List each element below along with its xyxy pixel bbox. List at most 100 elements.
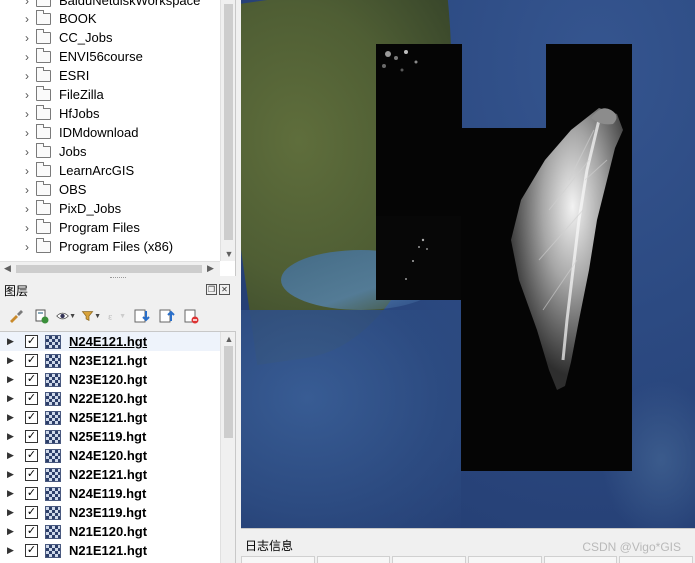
layer-name: N25E121.hgt bbox=[69, 410, 148, 425]
expand-chevron-icon[interactable]: › bbox=[20, 183, 34, 197]
island-relief bbox=[382, 50, 418, 72]
browser-horizontal-scrollbar[interactable]: ◀ ▶ bbox=[0, 261, 220, 276]
tree-item-program-files[interactable]: › Program Files bbox=[0, 218, 220, 237]
layer-row[interactable]: ▶ ✓ N23E121.hgt bbox=[0, 351, 220, 370]
map-canvas[interactable] bbox=[241, 0, 695, 528]
tree-item-jobs[interactable]: › Jobs bbox=[0, 142, 220, 161]
layer-visibility-checkbox[interactable]: ✓ bbox=[25, 373, 38, 386]
tree-item-pixd-jobs[interactable]: › PixD_Jobs bbox=[0, 199, 220, 218]
float-panel-icon[interactable]: ❐ bbox=[206, 284, 217, 295]
layer-row[interactable]: ▶ ✓ N25E119.hgt bbox=[0, 427, 220, 446]
layer-visibility-checkbox[interactable]: ✓ bbox=[25, 335, 38, 348]
scroll-left-arrow-icon[interactable]: ◀ bbox=[4, 263, 11, 274]
tree-item-filezilla[interactable]: › FileZilla bbox=[0, 85, 220, 104]
tree-item-esri[interactable]: › ESRI bbox=[0, 66, 220, 85]
tree-item-envi56course[interactable]: › ENVI56course bbox=[0, 47, 220, 66]
expand-arrow-icon[interactable]: ▶ bbox=[7, 469, 15, 480]
log-tab[interactable] bbox=[619, 556, 694, 563]
layer-visibility-checkbox[interactable]: ✓ bbox=[25, 411, 38, 424]
layer-visibility-checkbox[interactable]: ✓ bbox=[25, 487, 38, 500]
layer-visibility-checkbox[interactable]: ✓ bbox=[25, 468, 38, 481]
layer-visibility-checkbox[interactable]: ✓ bbox=[25, 544, 38, 557]
log-tab[interactable] bbox=[392, 556, 467, 563]
tree-item-hfjobs[interactable]: › HfJobs bbox=[0, 104, 220, 123]
expand-chevron-icon[interactable]: › bbox=[20, 221, 34, 235]
tree-item-cc-jobs[interactable]: › CC_Jobs bbox=[0, 28, 220, 47]
scrollbar-thumb[interactable] bbox=[224, 4, 233, 240]
expand-chevron-icon[interactable]: › bbox=[20, 12, 34, 26]
tree-item-label: OBS bbox=[59, 182, 87, 197]
expand-chevron-icon[interactable]: › bbox=[20, 0, 34, 8]
taiwan-dem-relief bbox=[511, 108, 623, 390]
layer-row[interactable]: ▶ ✓ N24E119.hgt bbox=[0, 484, 220, 503]
expand-all-icon[interactable] bbox=[131, 306, 151, 326]
layer-visibility-checkbox[interactable]: ✓ bbox=[25, 525, 38, 538]
log-tab[interactable] bbox=[241, 556, 315, 563]
layers-vertical-scrollbar[interactable]: ▲ bbox=[220, 332, 235, 563]
log-tab[interactable] bbox=[316, 556, 391, 563]
layer-visibility-checkbox[interactable]: ✓ bbox=[25, 430, 38, 443]
layer-row[interactable]: ▶ ✓ N25E121.hgt bbox=[0, 408, 220, 427]
layer-visibility-checkbox[interactable]: ✓ bbox=[25, 506, 38, 519]
layer-row[interactable]: ▶ ✓ N24E121.hgt bbox=[0, 332, 220, 351]
scrollbar-thumb[interactable] bbox=[16, 265, 202, 273]
layer-visibility-checkbox[interactable]: ✓ bbox=[25, 392, 38, 405]
layer-row[interactable]: ▶ ✓ N23E120.hgt bbox=[0, 370, 220, 389]
layer-row[interactable]: ▶ ✓ N22E121.hgt bbox=[0, 465, 220, 484]
expand-arrow-icon[interactable]: ▶ bbox=[7, 507, 15, 518]
dropdown-arrow-icon[interactable]: ▼ bbox=[94, 313, 101, 320]
layer-visibility-checkbox[interactable]: ✓ bbox=[25, 354, 38, 367]
expand-chevron-icon[interactable]: › bbox=[20, 107, 34, 121]
eye-icon[interactable]: ▼ bbox=[56, 306, 76, 326]
layer-visibility-checkbox[interactable]: ✓ bbox=[25, 449, 38, 462]
dropdown-arrow-icon[interactable]: ▼ bbox=[69, 313, 76, 320]
tree-item-program-files-x86[interactable]: › Program Files (x86) bbox=[0, 237, 220, 256]
expand-chevron-icon[interactable]: › bbox=[20, 164, 34, 178]
remove-layer-icon[interactable] bbox=[181, 306, 201, 326]
tree-item-learnarcgis[interactable]: › LearnArcGIS bbox=[0, 161, 220, 180]
expand-chevron-icon[interactable]: › bbox=[20, 126, 34, 140]
expand-chevron-icon[interactable]: › bbox=[20, 145, 34, 159]
close-panel-icon[interactable]: ✕ bbox=[219, 284, 230, 295]
scroll-right-arrow-icon[interactable]: ▶ bbox=[207, 263, 214, 274]
log-tab[interactable] bbox=[468, 556, 542, 563]
expand-chevron-icon[interactable]: › bbox=[20, 50, 34, 64]
tree-item-idmdownload[interactable]: › IDMdownload bbox=[0, 123, 220, 142]
splitter-grip-icon[interactable] bbox=[110, 277, 126, 279]
expand-arrow-icon[interactable]: ▶ bbox=[7, 488, 15, 499]
raster-layer-icon bbox=[45, 391, 61, 406]
layer-row[interactable]: ▶ ✓ N24E120.hgt bbox=[0, 446, 220, 465]
expand-arrow-icon[interactable]: ▶ bbox=[7, 355, 15, 366]
expand-chevron-icon[interactable]: › bbox=[20, 69, 34, 83]
layer-row[interactable]: ▶ ✓ N22E120.hgt bbox=[0, 389, 220, 408]
scroll-up-arrow-icon[interactable]: ▲ bbox=[221, 334, 235, 344]
layer-row[interactable]: ▶ ✓ N23E119.hgt bbox=[0, 503, 220, 522]
dock-splitter[interactable] bbox=[0, 276, 237, 282]
expand-arrow-icon[interactable]: ▶ bbox=[7, 374, 15, 385]
expand-chevron-icon[interactable]: › bbox=[20, 202, 34, 216]
expand-arrow-icon[interactable]: ▶ bbox=[7, 545, 15, 556]
tree-item-book[interactable]: › BOOK bbox=[0, 9, 220, 28]
expand-arrow-icon[interactable]: ▶ bbox=[7, 336, 15, 347]
tree-item-obs[interactable]: › OBS bbox=[0, 180, 220, 199]
expand-arrow-icon[interactable]: ▶ bbox=[7, 393, 15, 404]
collapse-all-icon[interactable] bbox=[156, 306, 176, 326]
expand-chevron-icon[interactable]: › bbox=[20, 240, 34, 254]
filter-icon[interactable]: ▼ bbox=[81, 306, 101, 326]
layer-row[interactable]: ▶ ✓ N21E120.hgt bbox=[0, 522, 220, 541]
expand-arrow-icon[interactable]: ▶ bbox=[7, 412, 15, 423]
expand-arrow-icon[interactable]: ▶ bbox=[7, 431, 15, 442]
expand-arrow-icon[interactable]: ▶ bbox=[7, 526, 15, 537]
expand-chevron-icon[interactable]: › bbox=[20, 31, 34, 45]
scroll-down-arrow-icon[interactable]: ▼ bbox=[221, 249, 235, 259]
expand-arrow-icon[interactable]: ▶ bbox=[7, 450, 15, 461]
layer-row[interactable]: ▶ ✓ N21E121.hgt bbox=[0, 541, 220, 560]
browser-vertical-scrollbar[interactable]: ▼ bbox=[220, 0, 235, 261]
style-brush-icon[interactable] bbox=[6, 306, 26, 326]
log-tab[interactable] bbox=[543, 556, 618, 563]
scrollbar-thumb[interactable] bbox=[224, 346, 233, 438]
add-group-icon[interactable] bbox=[31, 306, 51, 326]
folder-icon bbox=[36, 47, 51, 63]
expand-chevron-icon[interactable]: › bbox=[20, 88, 34, 102]
log-panel-title: 日志信息 bbox=[245, 539, 294, 553]
